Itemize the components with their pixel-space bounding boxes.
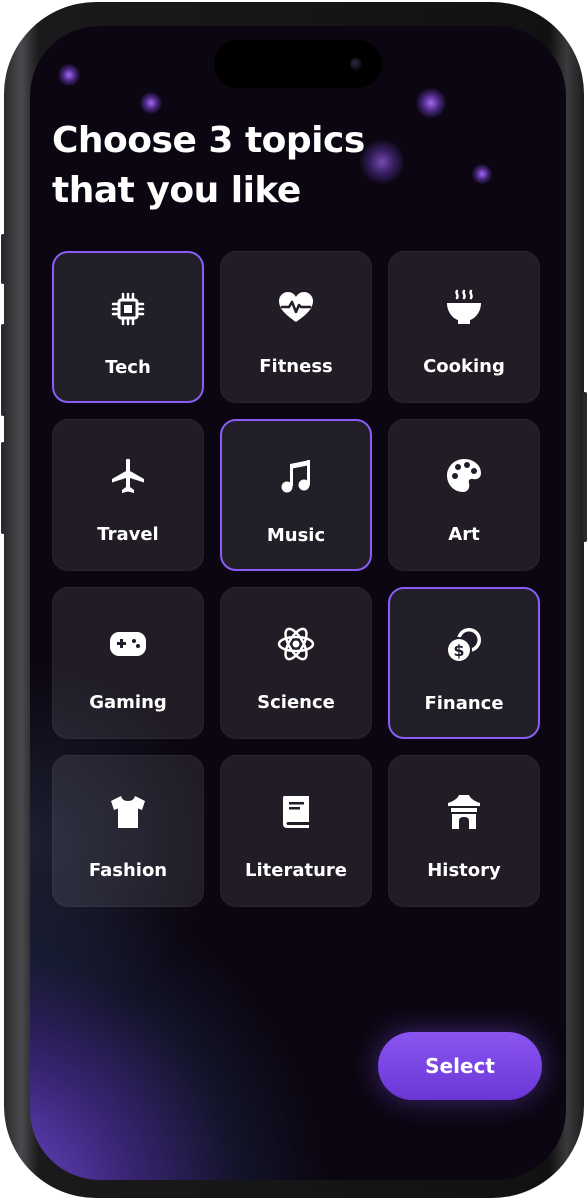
topic-label: Finance (424, 693, 504, 714)
topic-label: Fitness (259, 356, 333, 377)
select-button[interactable]: Select (378, 1032, 542, 1100)
atom-icon (276, 624, 316, 664)
app-screen: Choose 3 topics that you like Tech Fitne… (30, 26, 566, 1180)
topic-label: Gaming (89, 692, 167, 713)
topic-card-history[interactable]: History (388, 755, 540, 907)
svg-text:$: $ (453, 641, 464, 660)
airplane-icon (108, 456, 148, 496)
background-glow (58, 64, 80, 86)
bowl-steam-icon (444, 288, 484, 328)
topic-label: Cooking (423, 356, 505, 377)
temple-icon (444, 792, 484, 832)
topic-card-literature[interactable]: Literature (220, 755, 372, 907)
camera-icon (350, 58, 362, 70)
background-glow (140, 92, 162, 114)
topic-label: Fashion (88, 860, 168, 881)
topic-card-finance[interactable]: $ Finance (388, 587, 540, 739)
topic-card-gaming[interactable]: Gaming (52, 587, 204, 739)
topic-label: Music (266, 525, 326, 546)
dynamic-island (214, 40, 382, 88)
topic-card-fitness[interactable]: Fitness (220, 251, 372, 403)
topic-card-cooking[interactable]: Cooking (388, 251, 540, 403)
topic-label: Science (257, 692, 335, 713)
topic-label: Art (448, 524, 480, 545)
topic-grid: Tech Fitness Cooking Travel Music Art Ga… (52, 251, 542, 907)
topic-label: Literature (245, 860, 347, 881)
phone-frame: Choose 3 topics that you like Tech Fitne… (1, 2, 587, 1198)
topic-card-science[interactable]: Science (220, 587, 372, 739)
tshirt-icon (108, 792, 148, 832)
volume-down-button (1, 442, 5, 534)
coins-icon: $ (444, 625, 484, 665)
topic-label: Tech (105, 357, 151, 378)
music-note-icon (276, 457, 316, 497)
volume-up-button (1, 324, 5, 416)
gamepad-icon (108, 624, 148, 664)
chip-icon (108, 289, 148, 329)
topic-card-tech[interactable]: Tech (52, 251, 204, 403)
topic-card-travel[interactable]: Travel (52, 419, 204, 571)
book-icon (276, 792, 316, 832)
topic-card-music[interactable]: Music (220, 419, 372, 571)
background-glow (416, 88, 446, 118)
palette-icon (444, 456, 484, 496)
page-title: Choose 3 topics that you like (52, 120, 365, 211)
background-glow (472, 164, 492, 184)
heart-pulse-icon (276, 288, 316, 328)
power-button (583, 392, 587, 542)
topic-card-art[interactable]: Art (388, 419, 540, 571)
action-button (1, 234, 5, 284)
topic-card-fashion[interactable]: Fashion (52, 755, 204, 907)
topic-label: Travel (97, 524, 159, 545)
topic-label: History (427, 860, 501, 881)
